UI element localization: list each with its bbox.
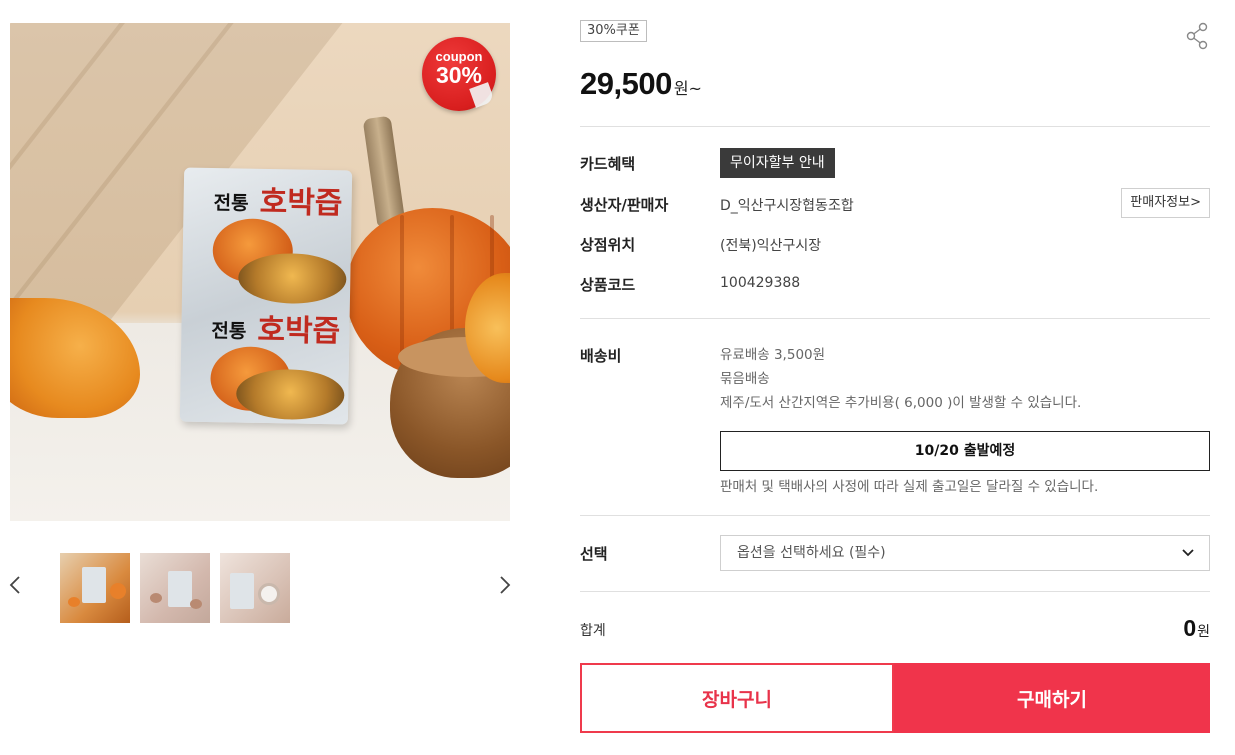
shipping-label: 배송비 [580,347,622,365]
thumbnail-1[interactable] [60,553,130,623]
divider [580,318,1210,319]
departure-date-box: 10/20 출발예정 [720,431,1210,471]
thumb-pouch [168,571,192,607]
total-label: 합계 [580,623,606,639]
thumbnail-2[interactable] [140,553,210,623]
add-to-cart-button[interactable]: 장바구니 [580,663,894,733]
option-placeholder: 옵션을 선택하세요 (필수) [737,545,886,561]
thumb-cup [258,583,280,605]
total-value: 0 [1183,615,1197,641]
location-label: 상점위치 [580,236,636,254]
total-amount: 0 원 [1183,615,1210,642]
card-benefit-label: 카드혜택 [580,155,636,173]
share-icon [1186,22,1208,50]
thumb-pumpkin [150,593,162,603]
prev-arrow-button[interactable] [5,571,25,599]
option-select[interactable]: 옵션을 선택하세요 (필수) [720,535,1210,571]
pumpkin-rib [400,215,404,365]
pouch-label-small: 전통 [211,320,247,343]
divider [580,515,1210,516]
total-unit: 원 [1197,624,1210,640]
thumb-pumpkin [110,583,126,599]
pouch-label-big: 호박즙 [259,184,343,222]
price: 29,500 원~ [580,66,702,106]
next-arrow-button[interactable] [495,571,515,599]
buy-now-button[interactable]: 구매하기 [894,663,1210,733]
chevron-down-icon [1182,549,1194,557]
pumpkin-stem [362,115,406,227]
pouch-label-big: 호박즙 [257,312,341,350]
pumpkin-slice-left [10,298,140,418]
shipping-fee: 유료배송 3,500원 [720,347,826,363]
location-value: (전북)익산구시장 [720,238,822,254]
product-info-panel: 30%쿠폰 29,500 원~ 카드혜택 무이자할부 안내 생산자/판매자 D_… [580,0,1210,755]
thumbnail-3[interactable] [220,553,290,623]
option-label: 선택 [580,545,608,563]
coupon-tag: 30%쿠폰 [580,20,647,42]
price-value: 29,500 [580,66,672,101]
bundle-shipping: 묶음배송 [720,371,770,387]
thumb-pouch [82,567,106,603]
shipping-notice: 판매처 및 택배사의 사정에 따라 실제 출고일은 달라질 수 있습니다. [720,479,1099,495]
coupon-badge: coupon 30% [422,37,496,111]
pouch-bowl-graphic [235,368,345,421]
product-code-label: 상품코드 [580,276,636,294]
product-code-value: 100429388 [720,275,801,291]
thumb-pouch [230,573,254,609]
divider [580,126,1210,127]
divider [580,591,1210,592]
price-unit: 원~ [673,79,702,98]
main-product-image[interactable]: 전통 호박즙 전통 호박즙 coupon 30% [10,23,510,521]
installment-info-button[interactable]: 무이자할부 안내 [720,148,835,178]
seller-value: D_익산구시장협동조합 [720,198,854,214]
pouch-bowl-graphic [237,252,347,305]
seller-info-button[interactable]: 판매자정보> [1121,188,1210,218]
thumb-pumpkin [190,599,202,609]
seller-label: 생산자/판매자 [580,196,669,214]
pouch-label-small: 전통 [213,192,249,215]
thumb-pumpkin [68,597,80,607]
share-button[interactable] [1184,22,1210,50]
chevron-left-icon [9,576,20,594]
juice-pouch: 전통 호박즙 전통 호박즙 [179,167,353,425]
island-surcharge-note: 제주/도서 산간지역은 추가비용( 6,000 )이 발생할 수 있습니다. [720,395,1082,411]
thumbnail-strip [0,545,520,625]
chevron-right-icon [500,576,511,594]
